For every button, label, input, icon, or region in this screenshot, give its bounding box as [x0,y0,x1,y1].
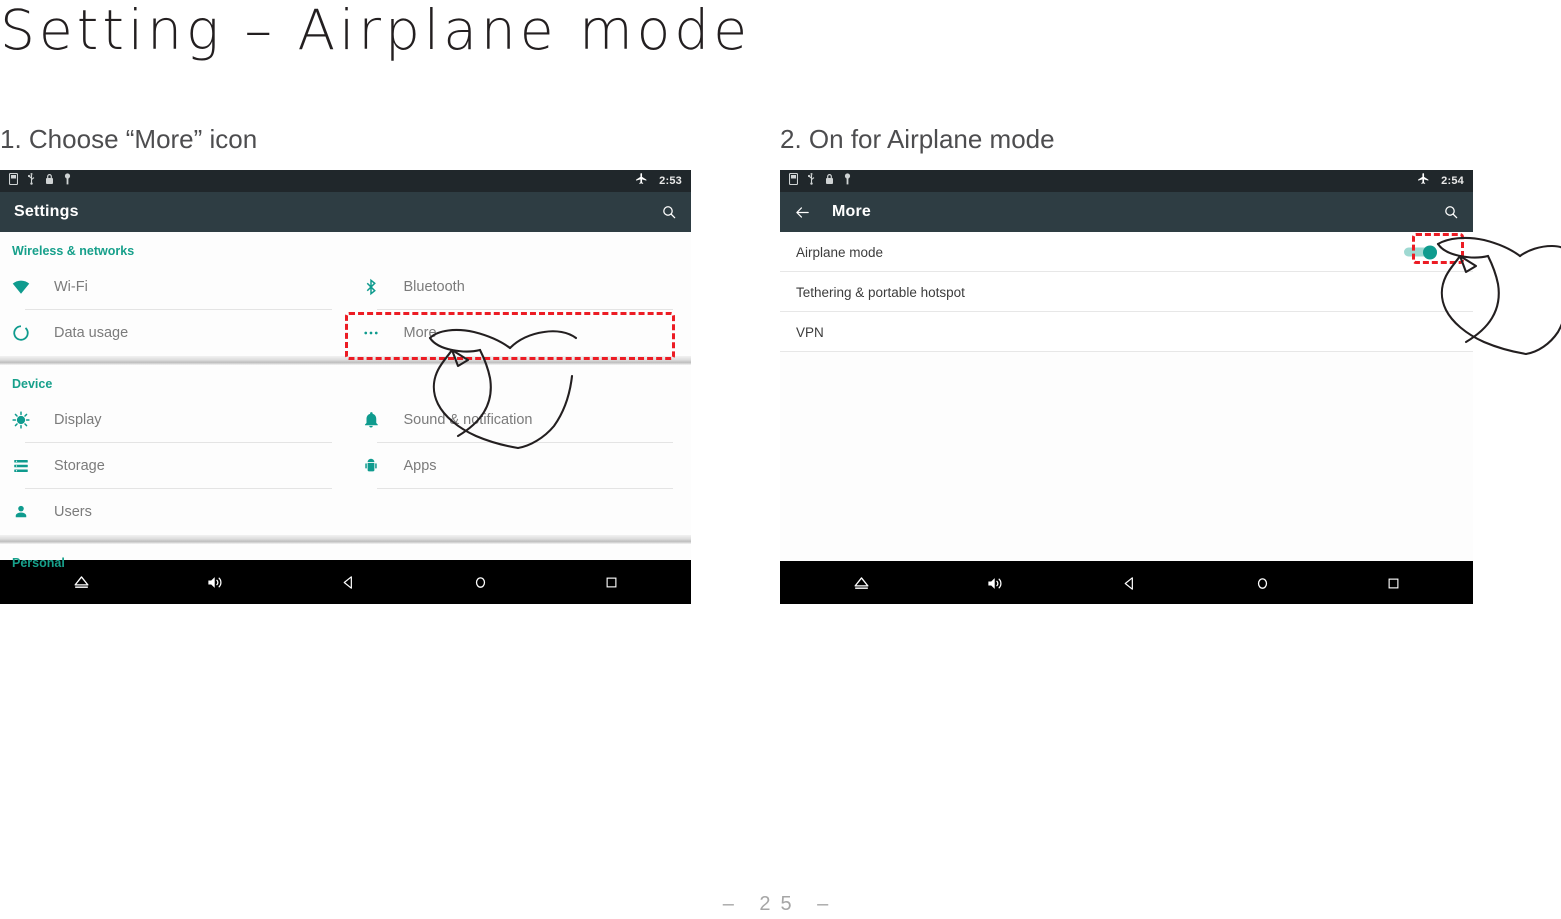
section-header-device: Device [12,377,53,391]
settings-item-wifi[interactable]: Wi-Fi [0,264,346,310]
more-item-vpn[interactable]: VPN [780,312,1473,352]
back-icon[interactable] [340,574,357,591]
usb-debug-icon [63,172,72,190]
more-item-tethering[interactable]: Tethering & portable hotspot [780,272,1473,312]
settings-item-bluetooth[interactable]: Bluetooth [346,264,692,310]
step-1-caption: 1. Choose “More” icon [0,124,258,154]
status-bar-left-icons [788,172,852,190]
settings-item-apps[interactable]: Apps [346,443,692,489]
lock-icon [825,172,834,190]
settings-item-label: Bluetooth [403,279,465,295]
settings-item-label: Sound & notification [403,412,533,428]
storage-icon [12,457,38,475]
bell-icon [362,411,388,429]
settings-item-data-usage[interactable]: Data usage [0,310,346,356]
airplane-icon [635,172,648,190]
home-icon[interactable] [1254,575,1271,592]
settings-item-label: Wi-Fi [54,279,88,295]
section-header-personal: Personal [12,556,65,570]
home-icon[interactable] [472,574,489,591]
usb-debug-icon [843,172,852,190]
section-header-wireless: Wireless & networks [12,244,135,258]
action-bar-settings: Settings [0,192,691,232]
settings-item-label: Display [54,412,102,428]
volume-icon[interactable] [986,574,1005,593]
settings-row: Wi-Fi Bluetooth [0,264,691,310]
section-divider-band [0,356,691,365]
step-2-caption: 2. On for Airplane mode [780,124,1055,154]
settings-item-storage[interactable]: Storage [0,443,346,489]
status-bar-left-icons [8,172,72,190]
section-rows-device: Display Sound & notification Storage App… [0,397,691,535]
settings-item-label: More [403,325,437,341]
recents-icon[interactable] [1386,576,1401,591]
airplane-mode-toggle[interactable] [1404,245,1437,260]
status-bar-1: 2:53 [0,170,691,192]
toggle-knob [1423,245,1437,260]
status-bar-right: 2:53 [635,172,682,190]
android-icon [362,457,388,475]
action-bar-title: More [832,203,872,220]
search-icon[interactable] [661,204,677,220]
status-bar-time: 2:54 [1441,175,1464,187]
status-bar-2: 2:54 [780,170,1473,192]
settings-row: Data usage More [0,310,691,356]
settings-content: Wireless & networks Wi-Fi Bluetooth Data… [0,232,691,570]
device-screenshot-settings: 2:53 Settings Wireless & networks Wi-Fi [0,170,691,604]
settings-item-display[interactable]: Display [0,397,346,443]
more-item-airplane-mode[interactable]: Airplane mode [780,232,1473,272]
navigation-bar-2 [780,561,1473,604]
airplane-icon [1417,172,1430,190]
section-divider-band [0,535,691,544]
user-icon [12,503,38,521]
more-item-label: VPN [796,324,824,340]
eject-icon[interactable] [852,574,871,593]
settings-row: Storage Apps [0,443,691,489]
more-content: Airplane mode Tethering & portable hotsp… [780,232,1473,561]
more-item-label: Tethering & portable hotspot [796,284,965,300]
settings-item-label: Storage [54,458,105,474]
search-icon[interactable] [1443,204,1459,220]
more-icon [362,324,388,342]
back-icon[interactable] [1121,575,1138,592]
page-number: – 25 – [722,893,839,915]
usb-icon [807,172,816,190]
data-usage-icon [12,324,38,342]
settings-item-label: Users [54,504,92,520]
lock-icon [45,172,54,190]
usb-icon [27,172,36,190]
settings-item-more[interactable]: More [346,310,692,356]
device-screenshot-more: 2:54 More Airplane mode Tethering & port… [780,170,1473,604]
bluetooth-icon [362,278,388,296]
sim-card-icon [788,172,799,190]
status-bar-right: 2:54 [1417,172,1464,190]
action-bar-title: Settings [14,203,79,220]
settings-row: Display Sound & notification [0,397,691,443]
more-list: Airplane mode Tethering & portable hotsp… [780,232,1473,352]
settings-row: Users [0,489,691,535]
action-bar-more: More [780,192,1473,232]
settings-item-sound[interactable]: Sound & notification [346,397,692,443]
page-title: Setting – Airplane mode [0,0,752,62]
settings-item-label: Apps [403,458,437,474]
arrow-left-icon[interactable] [794,204,811,221]
status-bar-time: 2:53 [659,175,682,187]
settings-item-label: Data usage [54,325,129,341]
settings-item-empty [346,489,692,535]
display-icon [12,411,38,429]
recents-icon[interactable] [604,575,619,590]
section-rows-wireless: Wi-Fi Bluetooth Data usage More [0,264,691,356]
more-item-label: Airplane mode [796,244,884,260]
wifi-icon [12,278,38,296]
sim-card-icon [8,172,19,190]
settings-item-users[interactable]: Users [0,489,346,535]
